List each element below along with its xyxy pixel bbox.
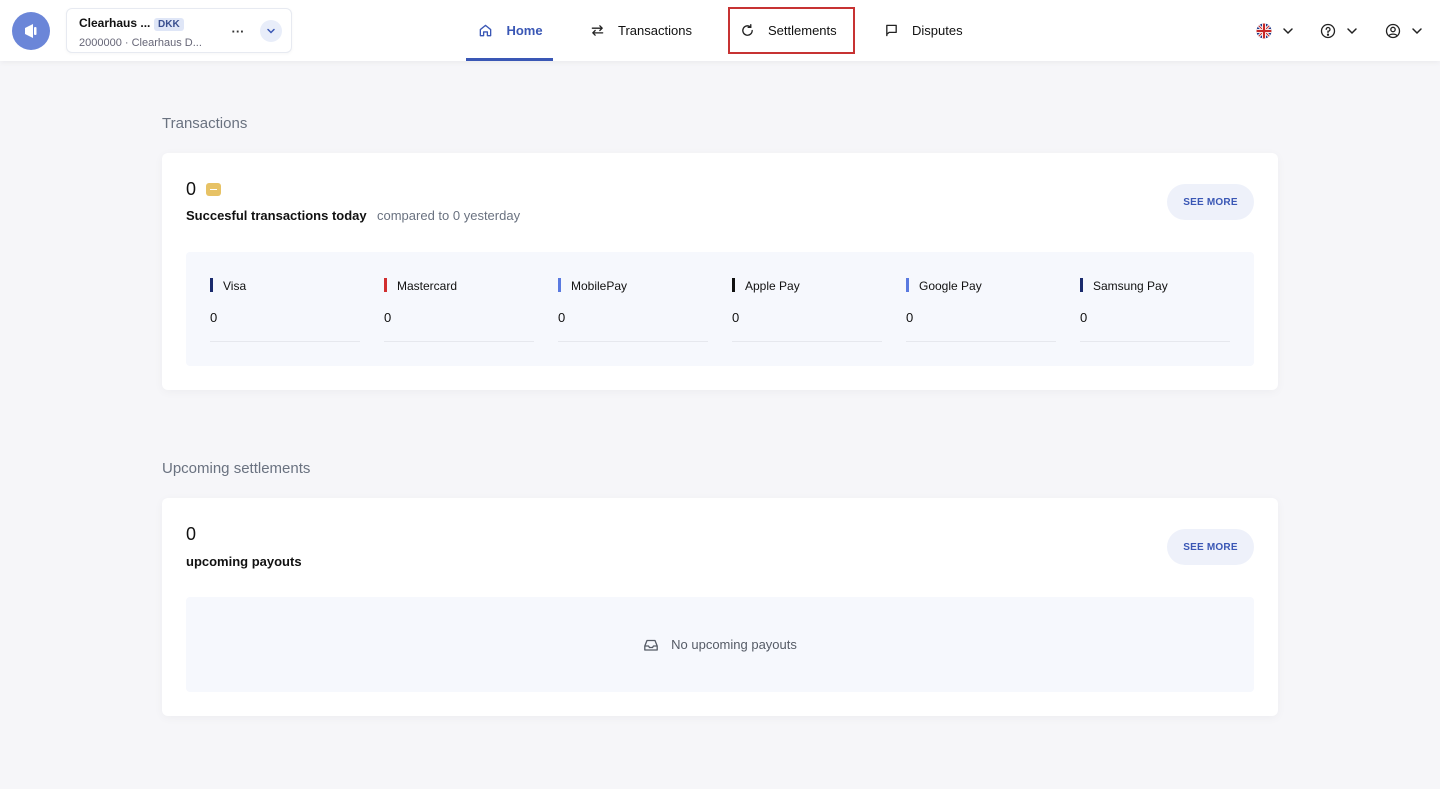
nav-active-indicator (466, 58, 553, 61)
top-navigation-bar: Clearhaus ... DKK 2000000 · Clearhaus D.… (0, 0, 1440, 61)
settlements-label: upcoming payouts (186, 554, 302, 569)
user-circle-icon (1385, 23, 1401, 39)
trend-neutral-badge (206, 183, 221, 196)
app-logo-icon[interactable] (12, 12, 50, 50)
home-icon (476, 22, 494, 40)
transactions-see-more-button[interactable]: SEE MORE (1167, 184, 1254, 220)
transactions-compare: compared to 0 yesterday (377, 208, 521, 223)
currency-badge: DKK (154, 18, 184, 31)
uk-flag-icon (1256, 23, 1272, 39)
user-menu[interactable] (1385, 18, 1423, 44)
nav-settlements-label: Settlements (768, 23, 837, 38)
divider (906, 341, 1056, 342)
flag-icon (882, 22, 900, 40)
payment-method-name: MobilePay (571, 279, 628, 293)
nav-transactions[interactable]: Transactions (588, 0, 692, 61)
swap-arrows-icon (588, 22, 606, 40)
chevron-down-icon (267, 28, 275, 34)
payment-method-value: 0 (1080, 310, 1088, 325)
empty-state-panel: No upcoming payouts (186, 597, 1254, 692)
google-pay-color-bar (906, 278, 909, 292)
help-menu[interactable] (1320, 18, 1358, 44)
divider (1080, 341, 1230, 342)
payment-method-value: 0 (906, 310, 914, 325)
chevron-down-icon (1283, 28, 1293, 35)
payment-method-name: Visa (223, 279, 247, 293)
payment-method-name: Mastercard (397, 279, 458, 293)
nav-home[interactable]: Home (466, 0, 553, 61)
empty-state: No upcoming payouts (186, 597, 1254, 692)
payment-method-value: 0 (384, 310, 392, 325)
transactions-section-title: Transactions (162, 115, 248, 132)
transactions-card: 0 Succesful transactions today compared … (162, 153, 1278, 390)
nav-settlements[interactable]: Settlements (728, 7, 855, 54)
payment-method-name: Apple Pay (745, 279, 800, 293)
samsung-pay-color-bar (1080, 278, 1083, 292)
payment-method-value: 0 (210, 310, 218, 325)
settlements-card: 0 upcoming payouts SEE MORE No upcoming … (162, 498, 1278, 716)
chevron-down-icon (1347, 28, 1357, 35)
divider (210, 341, 360, 342)
nav-disputes-label: Disputes (912, 23, 963, 38)
payment-method-name: Google Pay (919, 279, 982, 293)
payment-methods-panel: Visa 0 Mastercard 0 MobilePay 0 Apple Pa… (186, 252, 1254, 366)
empty-state-message: No upcoming payouts (671, 637, 797, 652)
merchant-more-button[interactable]: ··· (227, 20, 249, 42)
merchant-name: Clearhaus ... (79, 16, 151, 30)
divider (558, 341, 708, 342)
divider (732, 341, 882, 342)
chevron-down-icon (1412, 28, 1422, 35)
apple-pay-color-bar (732, 278, 735, 292)
settlements-count: 0 (186, 524, 197, 544)
nav-home-label: Home (506, 23, 543, 38)
merchant-switcher[interactable]: Clearhaus ... DKK 2000000 · Clearhaus D.… (66, 8, 292, 53)
transactions-label: Succesful transactions today (186, 208, 367, 223)
language-selector[interactable] (1256, 18, 1294, 44)
nav-disputes[interactable]: Disputes (882, 0, 963, 61)
settlements-section-title: Upcoming settlements (162, 460, 311, 477)
divider (384, 341, 534, 342)
visa-color-bar (210, 278, 213, 292)
payment-method-value: 0 (558, 310, 566, 325)
inbox-icon (644, 639, 658, 651)
merchant-subtitle: 2000000 · Clearhaus D... (79, 37, 202, 49)
payment-method-name: Samsung Pay (1093, 279, 1168, 293)
payment-method-value: 0 (732, 310, 740, 325)
mastercard-color-bar (384, 278, 387, 292)
merchant-dropdown-button[interactable] (260, 20, 282, 42)
refresh-icon (738, 22, 756, 40)
settlements-see-more-button[interactable]: SEE MORE (1167, 529, 1254, 565)
nav-transactions-label: Transactions (618, 23, 692, 38)
mobilepay-color-bar (558, 278, 561, 292)
question-icon (1320, 23, 1336, 39)
transactions-count: 0 (186, 179, 197, 199)
